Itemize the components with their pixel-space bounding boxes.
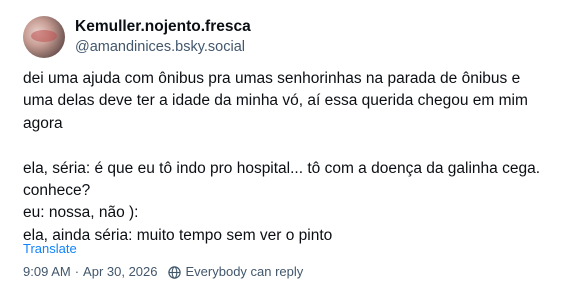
post-text: dei uma ajuda com ônibus pra umas senhor…: [23, 70, 541, 244]
post-card: Kemuller.nojento.fresca @amandinices.bsk…: [0, 0, 576, 298]
author-info: Kemuller.nojento.fresca @amandinices.bsk…: [75, 17, 251, 57]
display-name[interactable]: Kemuller.nojento.fresca: [75, 17, 251, 37]
post-header: Kemuller.nojento.fresca @amandinices.bsk…: [23, 16, 251, 58]
avatar[interactable]: [23, 16, 65, 58]
separator: ·: [74, 264, 80, 279]
post-date[interactable]: Apr 30, 2026: [83, 264, 157, 280]
reply-setting[interactable]: Everybody can reply: [186, 264, 304, 280]
user-handle[interactable]: @amandinices.bsky.social: [75, 37, 251, 57]
translate-link[interactable]: Translate: [23, 241, 77, 257]
globe-reply-icon: [167, 265, 181, 279]
post-footer: 9:09 AM · Apr 30, 2026 Everybody can rep…: [23, 264, 303, 280]
post-time[interactable]: 9:09 AM: [23, 264, 71, 280]
